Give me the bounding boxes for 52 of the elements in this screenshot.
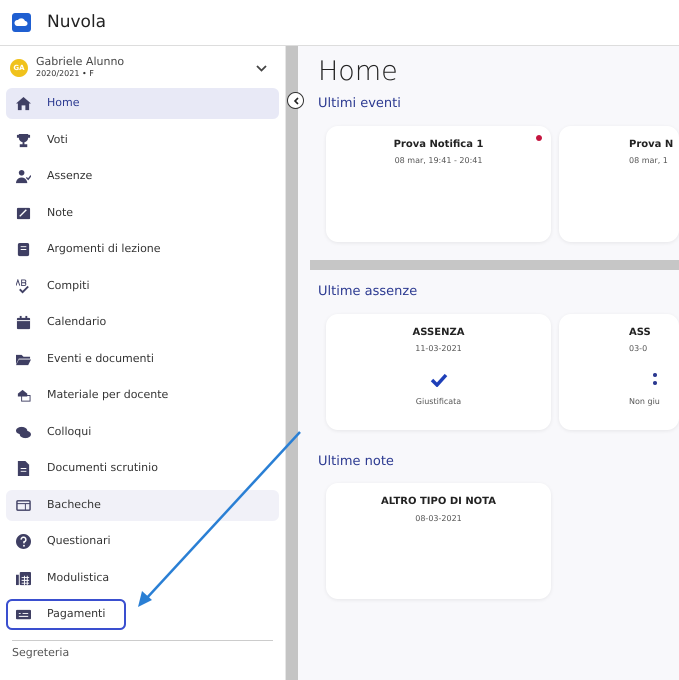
home-icon [16,96,31,112]
sidebar-item[interactable]: Bacheche [6,490,279,521]
note-icon [16,206,31,221]
check-icon [430,372,448,387]
section-heading: Ultime note [318,454,395,470]
card-subtitle: 11-03-2021 [415,343,462,356]
page-title: Home [318,56,399,88]
user-name: Gabriele Alunno [36,56,126,68]
sidebar-item[interactable]: Colloqui [6,416,279,448]
sidebar-item[interactable]: Home [6,88,279,120]
document-icon [16,461,31,476]
sidebar-item[interactable]: Questionari [6,526,279,558]
sidebar-item[interactable]: Note [6,198,279,229]
card-title: ALTRO TIPO DI NOTA [381,496,496,508]
section-heading: Ultimi eventi [318,96,402,112]
sidebar-item[interactable]: Argomenti di lezione [6,234,279,266]
card-title: Prova Notifica 1 [394,138,484,150]
section-label: Segreteria [12,640,273,662]
card-subtitle: 03-0 [629,343,648,356]
unread-dot [536,134,542,141]
chevron-left-icon [292,96,298,104]
chevron-down-icon[interactable] [256,64,267,72]
card-title: ASS [629,326,651,338]
sidebar-item[interactable]: Compiti [6,270,279,302]
sidebar-item[interactable]: Materiale per docente [6,380,279,412]
card-status: Giustificata [414,396,462,408]
section-heading: Ultime assenze [318,284,418,300]
sidebar-item[interactable]: Pagamenti [6,599,126,630]
card-subtitle: 08 mar, 1 [629,155,668,168]
sidebar-item[interactable]: Assenze [6,161,279,192]
user-check-icon [16,169,31,184]
board-icon [16,498,31,513]
chat-icon [16,424,31,440]
form-icon [16,570,31,586]
trophy-icon [16,132,31,148]
card-title: ASSENZA [412,326,464,338]
spellcheck-icon [16,278,31,294]
card-status: Non giu [629,396,661,408]
card-subtitle: 08 mar, 19:41 - 20:41 [394,155,482,168]
sidebar-item[interactable]: Calendario [6,307,279,338]
sidebar-item[interactable]: Voti [6,124,279,156]
sidebar-item[interactable]: Documenti scrutinio [6,453,279,484]
user-subtitle: 2020/2021 • F [36,68,95,80]
app-title: Nuvola [47,10,106,34]
calendar-icon [16,315,31,330]
help-icon [16,534,31,550]
card-subtitle: 08-03-2021 [415,512,462,525]
sidebar-item[interactable]: Modulistica [6,562,279,594]
card-title: Prova N [629,138,674,150]
sidebar-item[interactable]: Eventi e documenti [6,344,279,375]
book-icon [16,242,31,258]
logo-icon [12,13,31,32]
